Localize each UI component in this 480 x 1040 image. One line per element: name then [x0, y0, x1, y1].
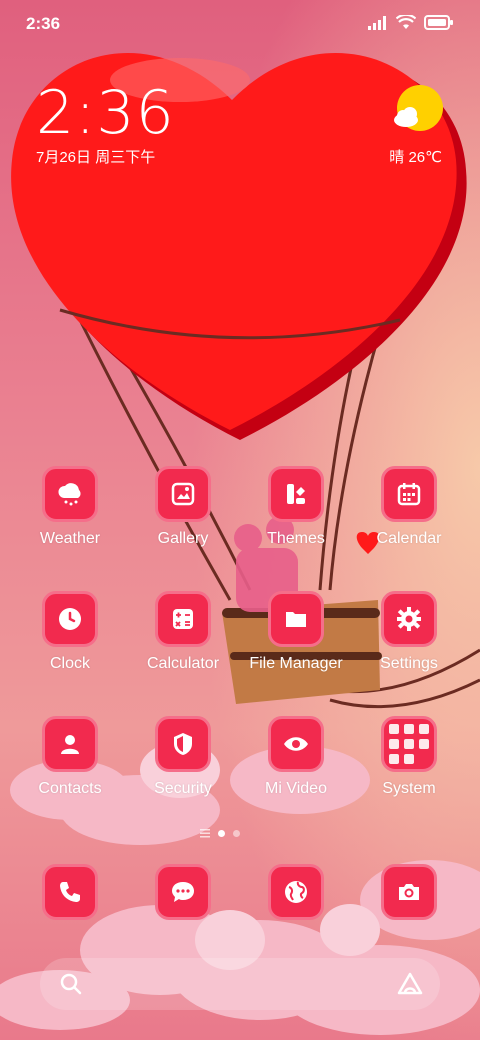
wifi-icon [396, 15, 416, 29]
clock-widget-date: 7月26日 周三下午 [36, 149, 156, 166]
app-label: Security [154, 780, 212, 797]
app-label: Gallery [157, 530, 209, 547]
app-system-folder[interactable]: System [354, 716, 464, 798]
app-gallery[interactable]: Gallery [128, 466, 238, 548]
calendar-icon[interactable] [381, 466, 437, 522]
page-indicator[interactable] [200, 829, 240, 838]
phone-icon[interactable] [42, 864, 98, 920]
status-time: 2:36 [26, 14, 61, 33]
weather-icon[interactable] [42, 466, 98, 522]
search-icon[interactable] [60, 973, 82, 995]
dock-phone[interactable] [15, 864, 125, 920]
eye-icon[interactable] [268, 716, 324, 772]
camera-icon[interactable] [381, 864, 437, 920]
signal-icon [368, 15, 386, 30]
status-icons [368, 15, 454, 30]
app-calculator[interactable]: Calculator [128, 591, 238, 673]
clock-icon[interactable] [42, 591, 98, 647]
app-mi-video[interactable]: Mi Video [241, 716, 351, 798]
folder-icon[interactable] [268, 591, 324, 647]
app-weather[interactable]: Weather [15, 466, 125, 548]
search-bar[interactable] [40, 958, 440, 1010]
app-label: Weather [39, 530, 101, 547]
clock-widget-time[interactable]: 2:36 [36, 78, 175, 148]
page-dot [233, 830, 240, 837]
themes-icon[interactable] [268, 466, 324, 522]
gear-icon[interactable] [381, 591, 437, 647]
status-bar: 2:36 [0, 0, 480, 50]
page-dot-active [218, 830, 225, 837]
battery-icon [424, 15, 453, 30]
folder-grid-icon[interactable] [381, 716, 437, 772]
shield-icon[interactable] [155, 716, 211, 772]
assistant-icon[interactable] [396, 971, 424, 997]
app-label: Settings [380, 655, 438, 672]
browser-icon[interactable] [268, 864, 324, 920]
app-clock[interactable]: Clock [15, 591, 125, 673]
app-label: File Manager [249, 655, 343, 672]
dock-browser[interactable] [241, 864, 351, 920]
app-themes[interactable]: Themes [241, 466, 351, 548]
app-calendar[interactable]: Calendar [354, 466, 464, 548]
app-settings[interactable]: Settings [354, 591, 464, 673]
sunny-cloud-icon[interactable] [392, 84, 444, 136]
app-label: Clock [49, 655, 90, 672]
app-contacts[interactable]: Contacts [15, 716, 125, 798]
app-label: Contacts [38, 780, 102, 797]
dock-messages[interactable] [128, 864, 238, 920]
app-file-manager[interactable]: File Manager [241, 591, 351, 673]
calculator-icon[interactable] [155, 591, 211, 647]
app-label: Calendar [376, 530, 442, 547]
person-icon[interactable] [42, 716, 98, 772]
gallery-icon[interactable] [155, 466, 211, 522]
app-security[interactable]: Security [128, 716, 238, 798]
app-label: Themes [267, 530, 325, 547]
app-label: Calculator [146, 655, 220, 672]
app-label: Mi Video [265, 780, 327, 797]
list-lines-icon [200, 829, 210, 838]
app-label: System [382, 780, 436, 797]
weather-widget-text[interactable]: 晴 26℃ [389, 146, 442, 167]
dock-camera[interactable] [354, 864, 464, 920]
message-icon[interactable] [155, 864, 211, 920]
